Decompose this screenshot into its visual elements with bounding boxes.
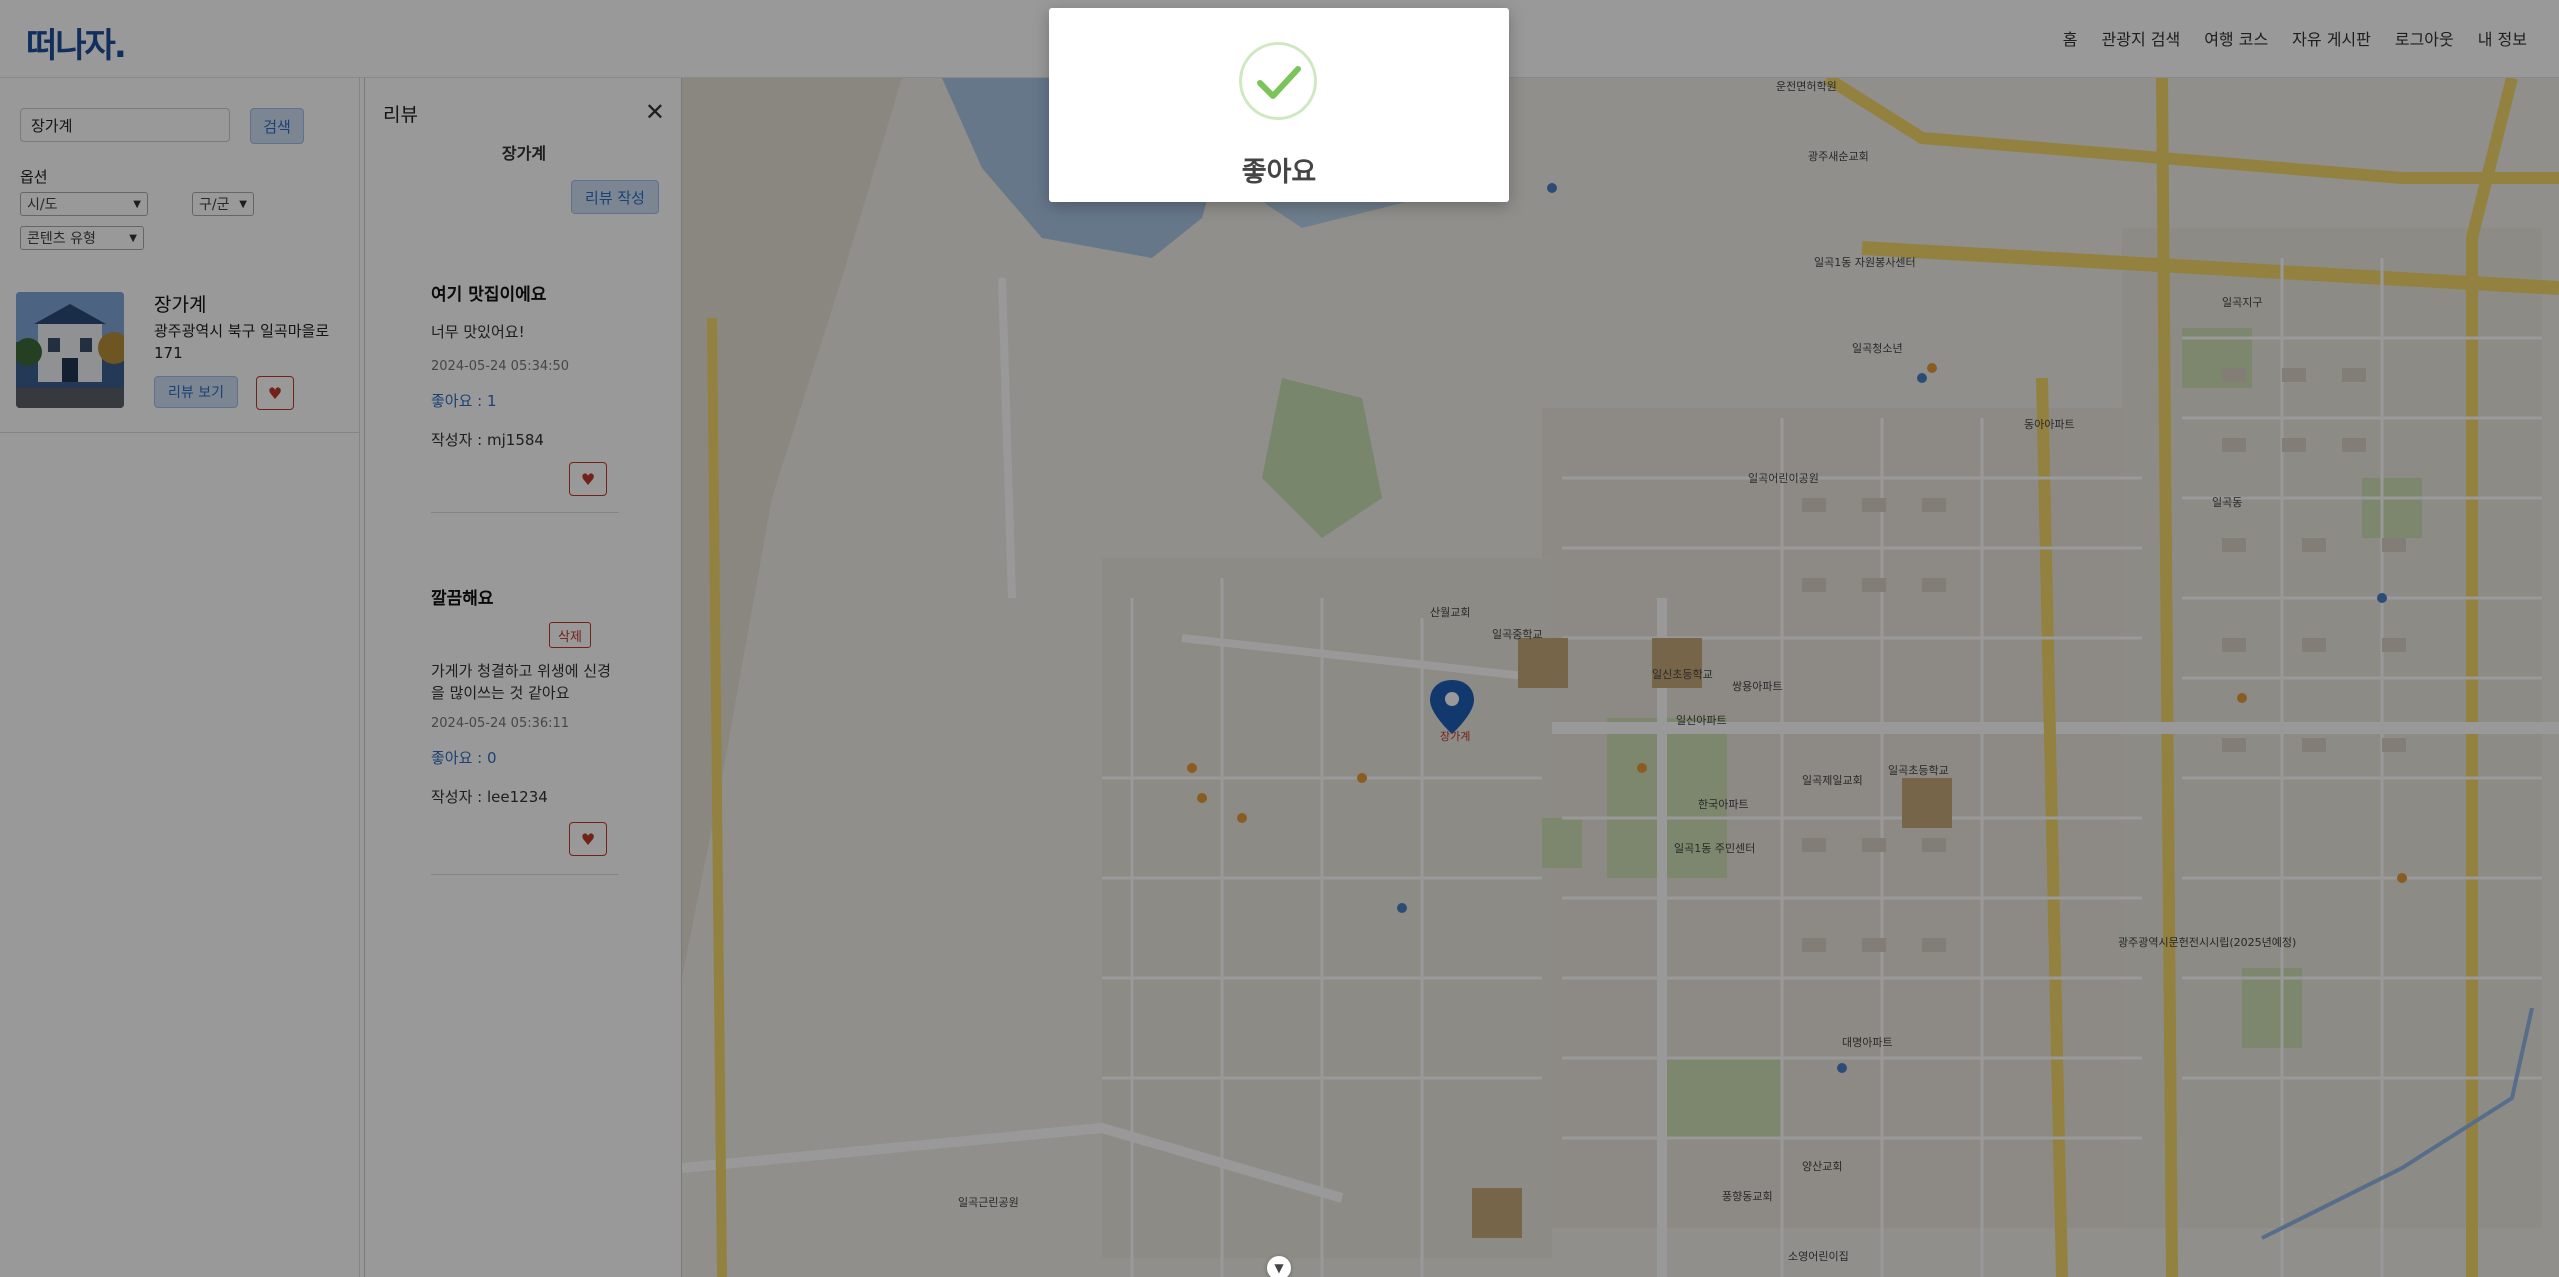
chevron-down-icon[interactable]: ▼ (1267, 1256, 1291, 1277)
success-dialog: 좋아요 (1049, 8, 1509, 202)
check-icon (1239, 42, 1317, 120)
dialog-message: 좋아요 (1241, 157, 1317, 188)
